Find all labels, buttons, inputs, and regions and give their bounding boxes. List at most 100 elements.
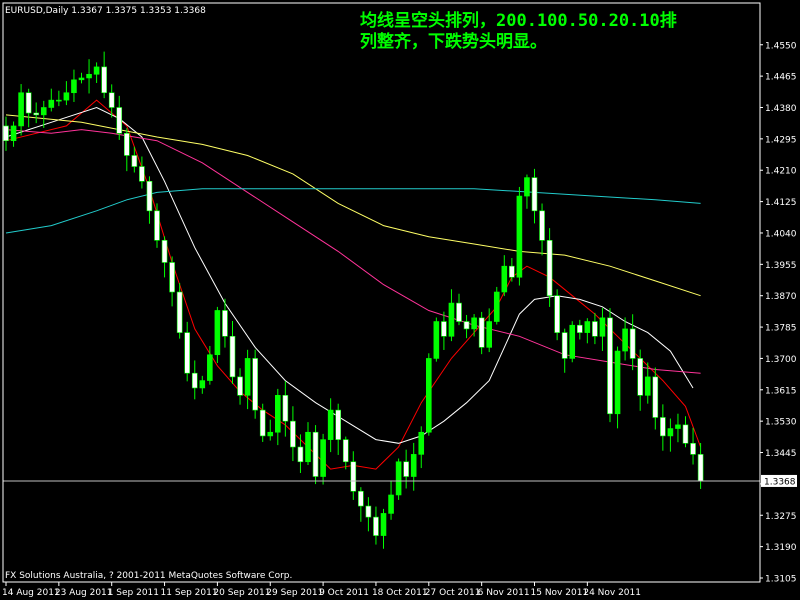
candle-body — [592, 321, 598, 337]
candle-body — [320, 439, 326, 477]
candle-body — [56, 99, 62, 102]
candle-body — [93, 66, 100, 75]
candle-body — [124, 133, 130, 156]
symbol-info-label: EURUSD,Daily 1.3367 1.3375 1.3353 1.3368 — [5, 6, 206, 16]
candle-body — [433, 321, 440, 359]
y-tick-label: 1.3955 — [765, 261, 797, 271]
candle-body — [622, 328, 628, 352]
candle-body — [644, 376, 651, 396]
y-tick-label: 1.4125 — [765, 198, 797, 208]
candle — [425, 353, 432, 436]
candle-body — [25, 92, 32, 114]
candle-body — [229, 335, 236, 378]
annotation-line-1: 均线呈空头排列，200.100.50.20.10排 — [360, 10, 677, 31]
candle-body — [146, 180, 153, 212]
candle — [252, 349, 258, 419]
candle-body — [441, 321, 447, 337]
candle-body — [327, 409, 334, 440]
candle-body — [509, 265, 515, 278]
candle-body — [108, 92, 115, 108]
candle-body — [274, 395, 281, 433]
candle-body — [365, 505, 372, 518]
candle-body — [312, 431, 319, 477]
candle — [493, 286, 500, 325]
candle-body — [690, 443, 696, 455]
candle-body — [418, 431, 425, 455]
candle-body — [546, 240, 553, 296]
candle-body — [154, 210, 160, 241]
price-chart: 1.4550 1.4465 1.4380 1.4295 1.4210 1.4125 1.40… — [0, 0, 800, 600]
candle-body — [237, 376, 243, 396]
current-price-label: 1.3368 — [764, 477, 796, 487]
candle-body — [40, 107, 47, 116]
candle-body — [493, 291, 500, 322]
candle — [607, 308, 613, 423]
candle-body — [373, 516, 379, 536]
candle-body — [184, 332, 190, 374]
candle-body — [161, 240, 168, 263]
y-tick-label: 1.3275 — [765, 512, 797, 522]
candle-body — [629, 328, 636, 359]
candle-body — [350, 461, 357, 492]
candle-body — [516, 195, 523, 278]
candle-body — [682, 424, 689, 444]
candle-body — [78, 77, 85, 81]
x-tick-label: 6 Nov 2011 — [478, 588, 530, 598]
candle-body — [569, 324, 576, 359]
candle-body — [697, 454, 704, 482]
copyright-footer: FX Solutions Australia, ? 2001-2011 Meta… — [5, 571, 292, 581]
y-tick-label: 1.3190 — [765, 543, 797, 553]
candle-body — [471, 317, 477, 330]
candle-body — [531, 177, 538, 212]
y-tick-label: 1.3445 — [765, 449, 797, 459]
candle-body — [222, 310, 228, 337]
candle — [569, 321, 576, 363]
x-tick-label: 9 Oct 2011 — [319, 588, 369, 598]
candle-body — [576, 324, 583, 333]
candle-body — [554, 295, 560, 333]
candle-body — [486, 321, 493, 348]
candle — [312, 425, 319, 485]
candle-body — [305, 431, 311, 463]
candle-body — [478, 317, 485, 348]
candle-body — [48, 99, 55, 108]
y-tick-label: 1.3615 — [765, 386, 797, 396]
candle-body — [380, 513, 387, 536]
candle-body — [358, 490, 364, 507]
candle-body — [290, 420, 296, 448]
y-tick-label: 1.3700 — [765, 355, 797, 365]
x-tick-label: 18 Oct 2011 — [372, 588, 428, 598]
x-tick-label: 24 Nov 2011 — [583, 588, 641, 598]
candle-body — [388, 494, 394, 514]
candle-body — [176, 291, 183, 333]
y-tick-label: 1.4040 — [765, 229, 797, 239]
candle-body — [116, 107, 123, 134]
candle-body — [267, 431, 274, 437]
candle-body — [456, 302, 462, 322]
candle-body — [652, 376, 659, 418]
candle-body — [18, 92, 24, 127]
candle-body — [584, 321, 591, 333]
candle-body — [675, 424, 681, 429]
candle-body — [282, 395, 289, 422]
x-tick-label: 20 Sep 2011 — [213, 588, 270, 598]
candle-body — [403, 461, 409, 477]
candle-body — [524, 177, 530, 197]
candle-body — [599, 317, 606, 337]
candle-body — [252, 358, 258, 411]
annotation-line-2: 列整齐，下跌势头明显。 — [360, 31, 547, 52]
candle-body — [33, 112, 40, 116]
candle-body — [297, 446, 304, 463]
candle-body — [667, 428, 674, 437]
candle-body — [63, 92, 70, 101]
candle-body — [207, 354, 213, 381]
candle-body — [410, 454, 417, 477]
candle-body — [614, 350, 621, 415]
candle-body — [561, 332, 568, 359]
candle-body — [3, 125, 9, 142]
candle — [395, 458, 402, 500]
candle-body — [169, 262, 175, 293]
x-tick-label: 15 Nov 2011 — [531, 588, 589, 598]
candle-body — [463, 321, 470, 330]
x-tick-label: 27 Oct 2011 — [425, 588, 481, 598]
